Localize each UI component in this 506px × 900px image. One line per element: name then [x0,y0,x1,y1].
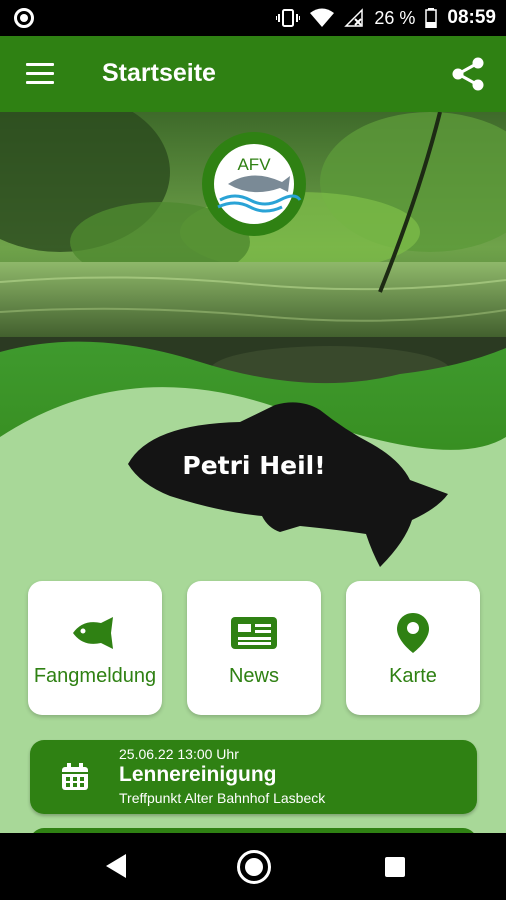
hero-banner: AFV Petri Heil! [0,112,506,582]
recent-apps-icon[interactable] [385,857,405,877]
newspaper-icon [231,617,277,649]
tile-label: Fangmeldung [33,665,157,687]
vibrate-icon [276,9,301,27]
app-bar: Startseite [0,36,506,112]
tile-label: Karte [389,665,437,687]
wifi-icon [310,8,335,27]
page-title: Startseite [102,59,216,87]
tile-news[interactable]: News [187,581,321,715]
event-title: Lennereinigung [119,763,277,786]
no-signal-icon [344,8,364,27]
menu-icon[interactable] [26,63,54,85]
back-icon[interactable] [104,853,128,879]
status-icons: 26 % 08:59 [276,0,496,36]
home-icon[interactable] [237,850,271,884]
event-date: 25.06.22 13:00 Uhr [119,746,239,762]
event-card[interactable]: 25.06.22 13:00 Uhr Lennereinigung Treffp… [30,740,477,814]
calendar-icon [62,763,88,790]
tile-label: News [228,665,279,687]
club-logo: AFV [202,132,306,236]
logo-text: AFV [237,155,271,174]
greeting-text: Petri Heil! [182,451,325,480]
sync-icon [14,8,34,28]
tile-karte[interactable]: Karte [346,581,480,715]
battery-icon [425,8,438,28]
quick-action-tiles: Fangmeldung News Karte [28,581,480,715]
system-nav-bar [0,833,506,900]
fish-icon [73,617,113,649]
map-pin-icon [397,613,429,653]
event-location: Treffpunkt Alter Bahnhof Lasbeck [119,790,326,806]
status-bar: 26 % 08:59 [0,0,506,36]
share-icon[interactable] [450,56,486,92]
clock: 08:59 [447,7,496,28]
tile-fangmeldung[interactable]: Fangmeldung [28,581,162,715]
battery-percent: 26 % [374,7,416,28]
main-content[interactable]: AFV Petri Heil! Fangmeldung News Karte 2… [0,112,506,833]
